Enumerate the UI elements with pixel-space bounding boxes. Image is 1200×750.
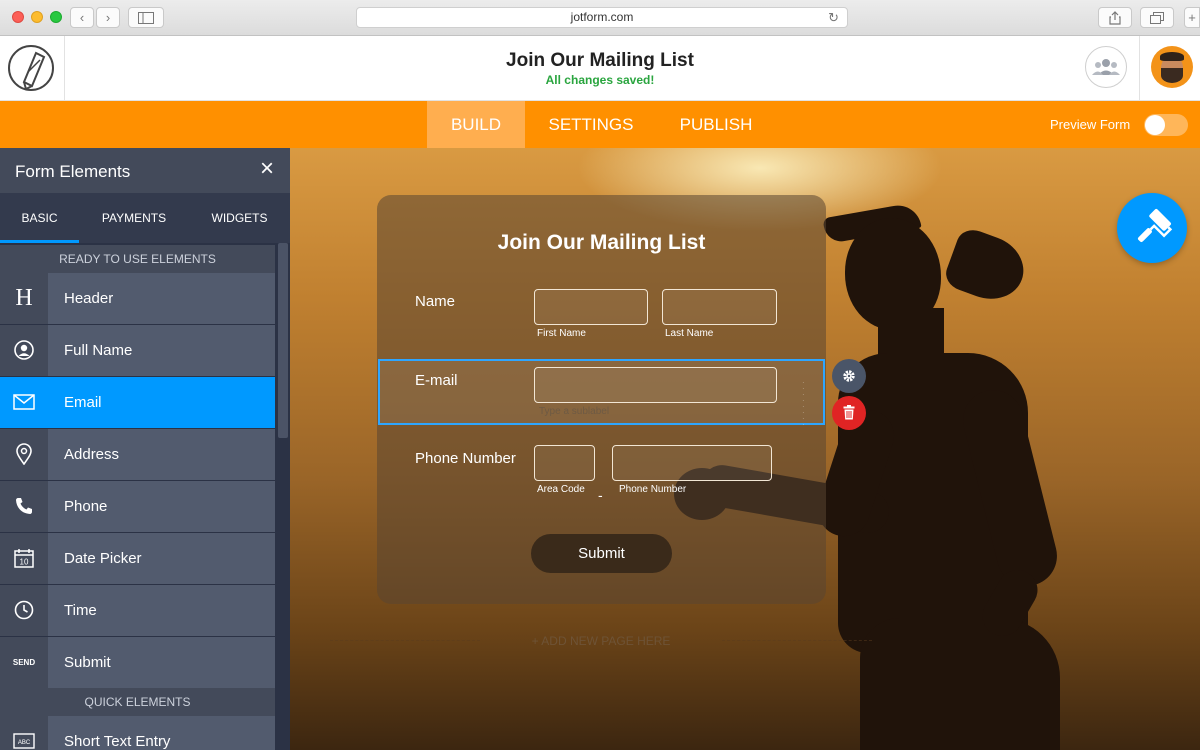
phone-label[interactable]: Phone Number: [415, 450, 516, 467]
browser-toolbar: ‹ › jotform.com ↻ +: [0, 0, 1200, 36]
share-button[interactable]: [1098, 7, 1132, 28]
tabs-icon: [1150, 12, 1164, 24]
builder-nav: BUILD SETTINGS PUBLISH Preview Form: [0, 101, 1200, 148]
envelope-icon: [0, 377, 48, 428]
tab-basic[interactable]: BASIC: [0, 193, 79, 243]
drag-handle-icon[interactable]: · · · · · · · ·: [802, 379, 814, 429]
last-name-sublabel[interactable]: Last Name: [665, 328, 713, 339]
jotform-logo[interactable]: [0, 36, 65, 101]
users-icon: [1092, 59, 1120, 75]
submit-button[interactable]: Submit: [531, 534, 672, 573]
phone-number-sublabel[interactable]: Phone Number: [619, 484, 686, 495]
send-icon: SEND: [0, 637, 48, 688]
phone-icon: [0, 481, 48, 532]
area-code-input[interactable]: [534, 445, 595, 481]
email-input[interactable]: [534, 367, 777, 403]
tab-publish[interactable]: PUBLISH: [665, 101, 767, 148]
gear-icon: [843, 370, 855, 382]
sidebar-item-time[interactable]: Time: [0, 585, 275, 636]
field-settings-button[interactable]: [832, 359, 866, 393]
share-icon: [1109, 11, 1121, 25]
tabs-overview-button[interactable]: [1140, 7, 1174, 28]
person-icon: [0, 325, 48, 376]
tab-settings[interactable]: SETTINGS: [535, 101, 647, 148]
form-designer-button[interactable]: [1117, 193, 1187, 263]
add-new-page-button[interactable]: + ADD NEW PAGE HERE: [480, 634, 722, 648]
first-name-input[interactable]: [534, 289, 648, 325]
phone-dash: -: [598, 487, 603, 503]
panel-title: Form Elements: [15, 162, 131, 181]
preview-form-toggle[interactable]: [1144, 114, 1188, 136]
sidebar-item-email[interactable]: Email: [0, 377, 275, 428]
panel-tabs: BASIC PAYMENTS WIDGETS: [0, 193, 290, 243]
trash-icon: [843, 405, 855, 420]
sidebar-item-full-name[interactable]: Full Name: [0, 325, 275, 376]
form-heading[interactable]: Join Our Mailing List: [377, 231, 826, 255]
address-bar[interactable]: jotform.com ↻: [356, 7, 848, 28]
user-menu[interactable]: [1139, 36, 1200, 101]
paint-roller-icon: [1137, 209, 1173, 243]
area-code-sublabel[interactable]: Area Code: [537, 484, 585, 495]
sidebar-item-date-picker[interactable]: 10 Date Picker: [0, 533, 275, 584]
header-icon: H: [0, 273, 48, 324]
tab-payments[interactable]: PAYMENTS: [90, 193, 178, 243]
zoom-window-button[interactable]: [50, 11, 62, 23]
save-status: All changes saved!: [545, 73, 655, 87]
chevron-left-icon: ‹: [79, 10, 85, 25]
pencil-logo-icon: [22, 51, 46, 91]
sidebar-toggle-button[interactable]: [128, 7, 164, 28]
panel-scrollbar[interactable]: [276, 243, 290, 750]
sidebar-item-phone[interactable]: Phone: [0, 481, 275, 532]
forward-button[interactable]: ›: [96, 7, 120, 28]
calendar-icon: 10: [0, 533, 48, 584]
sidebar-icon: [138, 12, 154, 24]
form-title[interactable]: Join Our Mailing List: [400, 50, 800, 72]
tab-widgets[interactable]: WIDGETS: [196, 193, 283, 243]
form-elements-panel: Form Elements × BASIC PAYMENTS WIDGETS R…: [0, 148, 290, 750]
app-header: Join Our Mailing List All changes saved!: [0, 36, 1200, 101]
sidebar-item-header[interactable]: H Header: [0, 273, 275, 324]
url-text: jotform.com: [570, 10, 634, 24]
text-entry-icon-text: ABC: [18, 740, 31, 746]
back-button[interactable]: ‹: [70, 7, 94, 28]
sidebar-item-short-text-entry[interactable]: ABC Short Text Entry: [0, 716, 275, 750]
reload-icon[interactable]: ↻: [828, 8, 839, 27]
minimize-window-button[interactable]: [31, 11, 43, 23]
last-name-input[interactable]: [662, 289, 777, 325]
sidebar-item-address[interactable]: Address: [0, 429, 275, 480]
phone-number-input[interactable]: [612, 445, 772, 481]
email-sublabel-input[interactable]: Type a sublabel: [539, 406, 609, 417]
calendar-day-text: 10: [20, 558, 29, 567]
new-tab-button[interactable]: +: [1184, 7, 1200, 28]
preview-form-label: Preview Form: [1050, 117, 1131, 132]
close-icon[interactable]: ×: [256, 157, 278, 181]
collaborators-button[interactable]: [1085, 46, 1127, 88]
close-window-button[interactable]: [12, 11, 24, 23]
avatar[interactable]: [1151, 46, 1193, 88]
plus-icon: +: [1188, 10, 1196, 25]
name-label[interactable]: Name: [415, 293, 455, 310]
section-ready-to-use: READY TO USE ELEMENTS: [0, 245, 275, 273]
panel-header: Form Elements ×: [0, 148, 290, 193]
map-pin-icon: [0, 429, 48, 480]
delete-field-button[interactable]: [832, 396, 866, 430]
section-quick-elements: QUICK ELEMENTS: [0, 688, 275, 716]
clock-icon: [0, 585, 48, 636]
first-name-sublabel[interactable]: First Name: [537, 328, 586, 339]
sidebar-item-submit[interactable]: SEND Submit: [0, 637, 275, 688]
tab-build[interactable]: BUILD: [427, 101, 525, 148]
chevron-right-icon: ›: [105, 10, 111, 25]
email-label[interactable]: E-mail: [415, 372, 458, 389]
text-entry-icon: ABC: [0, 716, 48, 750]
